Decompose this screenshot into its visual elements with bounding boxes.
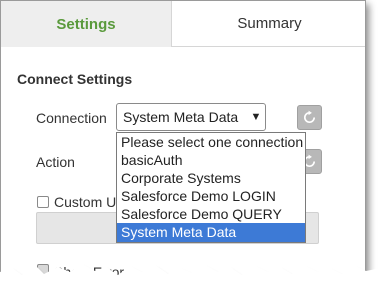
torn-edge <box>0 264 381 306</box>
refresh-icon <box>304 110 316 123</box>
dropdown-option[interactable]: Salesforce Demo QUERY <box>117 205 305 223</box>
settings-panel: Settings Summary Connect Settings Connec… <box>0 0 366 290</box>
connection-select[interactable]: System Meta Data ▼ <box>116 103 266 131</box>
connection-label: Connection <box>36 110 107 126</box>
tab-settings[interactable]: Settings <box>1 1 172 47</box>
connection-refresh-button[interactable] <box>297 105 322 130</box>
tab-settings-label: Settings <box>56 15 116 33</box>
tab-summary[interactable]: Summary <box>172 1 365 47</box>
action-label: Action <box>36 154 75 170</box>
dropdown-option[interactable]: Please select one connection <box>117 133 305 151</box>
section-title: Connect Settings <box>17 71 133 87</box>
custom-label: Custom U <box>54 194 117 210</box>
dropdown-option[interactable]: Corporate Systems <box>117 169 305 187</box>
tab-bar: Settings Summary <box>1 1 365 48</box>
triangle-down-icon: ▼ <box>250 111 262 123</box>
tab-summary-label: Summary <box>237 15 302 32</box>
custom-checkbox[interactable] <box>37 196 49 208</box>
dropdown-option[interactable]: basicAuth <box>117 151 305 169</box>
dropdown-option-selected[interactable]: System Meta Data <box>117 223 305 242</box>
dropdown-option[interactable]: Salesforce Demo LOGIN <box>117 187 305 205</box>
connection-select-value: System Meta Data <box>123 109 239 125</box>
connection-dropdown-list: Please select one connection basicAuth C… <box>116 132 306 243</box>
